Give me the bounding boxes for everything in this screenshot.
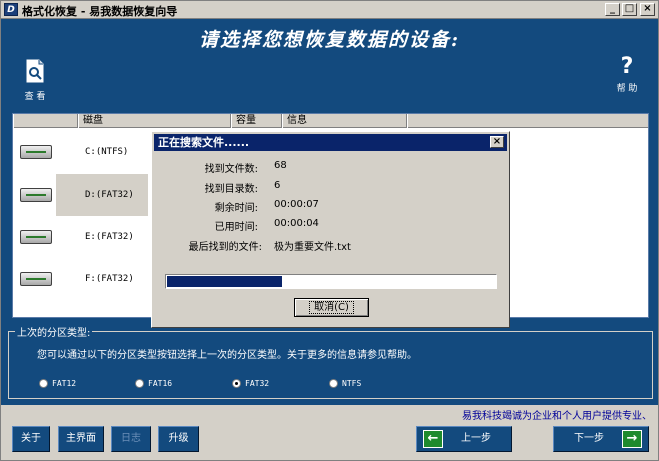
hard-drive-icon: [20, 230, 52, 244]
radio-fat32[interactable]: FAT32: [232, 379, 269, 388]
column-header-blank[interactable]: [13, 114, 78, 128]
last-file-value: 极为重要文件.txt: [274, 242, 351, 253]
radio-label: FAT16: [148, 379, 173, 388]
window-title: 格式化恢复 - 易我数据恢复向导: [22, 5, 178, 18]
about-button[interactable]: 关于: [12, 426, 50, 452]
dirs-found-value: 6: [274, 180, 281, 191]
banner: 请选择您想恢复数据的设备:: [1, 19, 658, 55]
partition-description: 您可以通过以下的分区类型按钮选择上一次的分区类型。关于更多的信息请参见帮助。: [37, 350, 417, 361]
time-remaining-value: 00:00:07: [274, 199, 319, 210]
radio-button-icon: [135, 379, 144, 388]
home-button[interactable]: 主界面: [58, 426, 104, 452]
app-window: D 格式化恢复 - 易我数据恢复向导 _ □ × 请选择您想恢复数据的设备: 查…: [0, 0, 659, 461]
cancel-button-label: 取消(C): [309, 301, 354, 314]
dialog-title: 正在搜索文件......: [158, 136, 250, 149]
dialog-close-button[interactable]: ×: [490, 136, 504, 148]
hard-drive-icon: [20, 145, 52, 159]
files-found-value: 68: [274, 160, 287, 171]
page-title: 请选择您想恢复数据的设备:: [198, 29, 460, 51]
disk-row-e[interactable]: E:(FAT32): [13, 216, 148, 258]
view-tool-button[interactable]: 查 看: [17, 58, 53, 102]
view-tool-label: 查 看: [24, 92, 46, 102]
arrow-left-icon: ←: [423, 430, 443, 448]
search-progress-fill: [167, 276, 282, 287]
time-remaining-label: 剩余时间:: [214, 203, 258, 214]
disk-list-header: 磁盘 容量 信息: [13, 114, 648, 128]
back-button-label: 上一步: [461, 433, 491, 444]
radio-button-icon: [329, 379, 338, 388]
radio-fat12[interactable]: FAT12: [39, 379, 76, 388]
cancel-button[interactable]: 取消(C): [294, 298, 369, 317]
partition-type-group: 上次的分区类型: 您可以通过以下的分区类型按钮选择上一次的分区类型。关于更多的信…: [8, 324, 653, 399]
dirs-found-label: 找到目录数:: [204, 184, 258, 195]
back-button[interactable]: ← 上一步: [416, 426, 512, 452]
disk-row-c[interactable]: C:(NTFS): [13, 131, 148, 173]
view-document-icon: [26, 59, 44, 83]
disk-row-label: F:(FAT32): [85, 274, 134, 284]
footer-slogan: 易我科技竭诚为企业和个人用户提供专业、: [462, 411, 652, 422]
time-elapsed-value: 00:00:04: [274, 218, 319, 229]
maximize-button[interactable]: □: [622, 3, 637, 16]
files-found-label: 找到文件数:: [204, 164, 258, 175]
radio-ntfs[interactable]: NTFS: [329, 379, 361, 388]
search-progress-dialog: 正在搜索文件...... × 找到文件数: 68 找到目录数: 6 剩余时间: …: [151, 131, 510, 328]
disk-row-f[interactable]: F:(FAT32): [13, 258, 148, 300]
time-elapsed-label: 已用时间:: [214, 222, 258, 233]
radio-label: FAT32: [245, 379, 270, 388]
dialog-title-bar[interactable]: 正在搜索文件...... ×: [154, 134, 507, 151]
hard-drive-icon: [20, 272, 52, 286]
app-logo-icon: D: [4, 3, 18, 16]
title-bar[interactable]: D 格式化恢复 - 易我数据恢复向导 _ □ ×: [1, 1, 658, 19]
column-header-capacity[interactable]: 容量: [231, 114, 282, 128]
disk-row-label: D:(FAT32): [56, 174, 148, 216]
radio-label: NTFS: [342, 379, 362, 388]
last-file-label: 最后找到的文件:: [188, 242, 262, 253]
arrow-right-icon: →: [622, 430, 642, 448]
disk-row-label: E:(FAT32): [85, 232, 134, 242]
next-button-label: 下一步: [574, 433, 604, 444]
upgrade-button[interactable]: 升级: [158, 426, 199, 452]
radio-fat16[interactable]: FAT16: [135, 379, 172, 388]
disk-row-d[interactable]: D:(FAT32): [13, 174, 148, 216]
column-header-disk[interactable]: 磁盘: [78, 114, 231, 128]
column-header-info[interactable]: 信息: [282, 114, 407, 128]
help-tool-button[interactable]: ? 帮 助: [609, 54, 645, 95]
radio-label: FAT12: [52, 379, 77, 388]
close-button[interactable]: ×: [640, 3, 655, 16]
minimize-button[interactable]: _: [605, 3, 620, 16]
log-button[interactable]: 日志: [111, 426, 151, 452]
radio-button-selected-icon: [232, 379, 241, 388]
disk-row-label: C:(NTFS): [85, 147, 129, 157]
next-button[interactable]: 下一步 →: [553, 426, 649, 452]
radio-button-icon: [39, 379, 48, 388]
search-progress-bar: [165, 274, 497, 289]
hard-drive-icon: [20, 188, 52, 202]
partition-group-title: 上次的分区类型:: [15, 324, 93, 339]
column-header-filler: [407, 114, 648, 128]
help-tool-label: 帮 助: [616, 84, 638, 94]
help-question-icon: ?: [620, 54, 634, 79]
